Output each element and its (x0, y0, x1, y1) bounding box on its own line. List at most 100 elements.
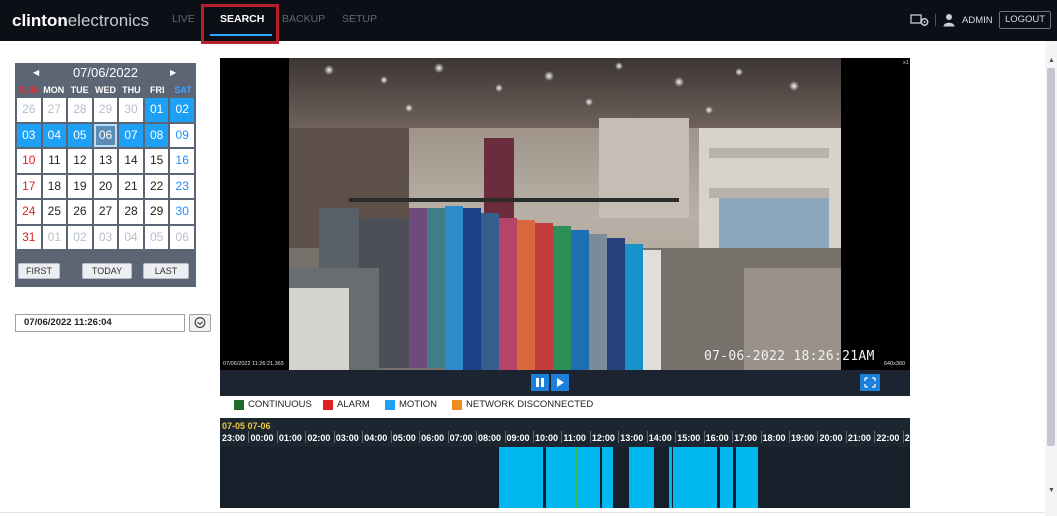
calendar-day[interactable]: 12 (68, 149, 92, 173)
timeline-hour-label: 05:00 (392, 433, 416, 443)
next-month-icon[interactable]: ▶ (170, 68, 176, 77)
header-separator (935, 14, 936, 26)
timeline-hour-label: 14:00 (648, 433, 672, 443)
brand-logo[interactable]: clintonelectronics (12, 11, 149, 31)
calendar-day[interactable]: 03 (93, 225, 118, 249)
motion-segment[interactable] (719, 447, 733, 508)
nav-backup[interactable]: BACKUP (282, 13, 325, 25)
timeline-hour-divider (276, 431, 278, 443)
playback-controls (220, 370, 910, 396)
scrollbar-thumb[interactable] (1047, 68, 1055, 446)
timeline-hour-divider (305, 431, 307, 443)
search-tab-highlight (201, 4, 279, 44)
timeline-track[interactable] (220, 447, 910, 508)
calendar-day[interactable]: 03 (17, 123, 41, 147)
nav-setup[interactable]: SETUP (342, 13, 377, 25)
motion-segment[interactable] (601, 447, 614, 508)
datetime-input[interactable]: 07/06/2022 11:26:04 (15, 314, 185, 332)
calendar-day[interactable]: 26 (17, 98, 41, 122)
recording-timeline[interactable]: 07-05 07-06 23:00 00:00 01:00 02:00 03:00 04:… (220, 418, 910, 508)
calendar-day[interactable]: 05 (144, 225, 169, 249)
timeline-hour-label: 08:00 (478, 433, 502, 443)
page-scrollbar[interactable]: ▲ ▼ (1045, 41, 1057, 516)
calendar-day[interactable]: 08 (144, 123, 169, 147)
motion-segment[interactable] (668, 447, 672, 508)
calendar-day[interactable]: 16 (170, 149, 194, 173)
legend-label: ALARM (337, 399, 370, 410)
timeline-hour-label: 17:00 (734, 433, 758, 443)
calendar-day[interactable]: 17 (17, 174, 41, 198)
weekday-label: TUE (70, 85, 89, 95)
camera-settings-icon[interactable] (910, 13, 930, 27)
fullscreen-button[interactable] (860, 374, 880, 391)
calendar-day[interactable]: 26 (68, 200, 92, 224)
calendar-day[interactable]: 29 (144, 200, 169, 224)
calendar-day[interactable]: 28 (119, 200, 143, 224)
timeline-hour-label: 12:00 (591, 433, 615, 443)
calendar-day[interactable]: 05 (68, 123, 92, 147)
scroll-down-icon[interactable]: ▼ (1048, 487, 1055, 494)
timeline-hour-label: 23:00 (222, 433, 246, 443)
calendar-day[interactable]: 30 (170, 200, 194, 224)
calendar-day[interactable]: 19 (68, 174, 92, 198)
motion-segment[interactable] (672, 447, 718, 508)
timeline-hour-label: 06:00 (421, 433, 445, 443)
calendar-day[interactable]: 04 (119, 225, 143, 249)
timeline-hour-label: 23:00 (904, 433, 910, 443)
calendar-day[interactable]: 02 (170, 98, 194, 122)
timeline-hour-divider (362, 431, 364, 443)
calendar-day[interactable]: 21 (119, 174, 143, 198)
calendar-day[interactable]: 07 (119, 123, 143, 147)
today-button[interactable]: TODAY (82, 263, 132, 279)
calendar-day[interactable]: 01 (42, 225, 67, 249)
last-button[interactable]: LAST (143, 263, 189, 279)
timeline-hour-labels: 23:00 00:00 01:00 02:00 03:00 04:00 05:00 06:00… (220, 431, 910, 445)
calendar-day[interactable]: 29 (93, 98, 118, 122)
calendar-day[interactable]: 18 (42, 174, 67, 198)
calendar-day[interactable]: 27 (93, 200, 118, 224)
playback-cursor[interactable] (576, 447, 578, 508)
motion-segment[interactable] (546, 447, 601, 508)
play-button[interactable] (551, 374, 569, 391)
video-resolution: 640x360 (884, 361, 906, 367)
logout-button[interactable]: LOGOUT (999, 11, 1051, 29)
calendar-day[interactable]: 25 (42, 200, 67, 224)
timeline-hour-divider (504, 431, 506, 443)
calendar-day[interactable]: 28 (68, 98, 92, 122)
calendar-day[interactable]: 24 (17, 200, 41, 224)
playback-video-frame (289, 58, 841, 370)
calendar-day[interactable]: 23 (170, 174, 194, 198)
weekday-label: SAT (174, 85, 192, 95)
calendar-day[interactable]: 22 (144, 174, 169, 198)
calendar-day[interactable]: 02 (68, 225, 92, 249)
calendar-day[interactable]: 04 (42, 123, 67, 147)
calendar-day[interactable]: 15 (144, 149, 169, 173)
video-player[interactable]: x1 07-06-2022 18:26:21AM 07/06/2022 11:2… (220, 58, 910, 370)
pause-button[interactable] (531, 374, 549, 391)
motion-segment[interactable] (735, 447, 759, 508)
calendar-day[interactable]: 10 (17, 149, 41, 173)
calendar-day[interactable]: 11 (42, 149, 67, 173)
calendar-day[interactable]: 01 (144, 98, 169, 122)
motion-segment[interactable] (628, 447, 655, 508)
calendar-day[interactable]: 27 (42, 98, 67, 122)
time-picker-button[interactable] (189, 314, 211, 332)
timeline-hour-divider (333, 431, 335, 443)
calendar-day[interactable]: 30 (119, 98, 143, 122)
motion-segment[interactable] (499, 447, 544, 508)
timeline-hour-label: 11:00 (563, 433, 586, 443)
calendar-day[interactable]: 06 (170, 225, 194, 249)
calendar-day[interactable]: 09 (170, 123, 194, 147)
calendar-day[interactable]: 13 (93, 149, 118, 173)
calendar-day[interactable]: 20 (93, 174, 118, 198)
first-button[interactable]: FIRST (18, 263, 60, 279)
nav-live[interactable]: LIVE (172, 13, 195, 25)
calendar-day[interactable]: 14 (119, 149, 143, 173)
calendar-day[interactable]: 31 (17, 225, 41, 249)
legend-swatch (323, 400, 333, 410)
scroll-up-icon[interactable]: ▲ (1048, 57, 1055, 64)
timeline-hour-divider (732, 431, 734, 443)
calendar-day-selected[interactable]: 06 (93, 123, 118, 147)
pause-icon (536, 378, 544, 387)
timeline-hour-divider (675, 431, 677, 443)
